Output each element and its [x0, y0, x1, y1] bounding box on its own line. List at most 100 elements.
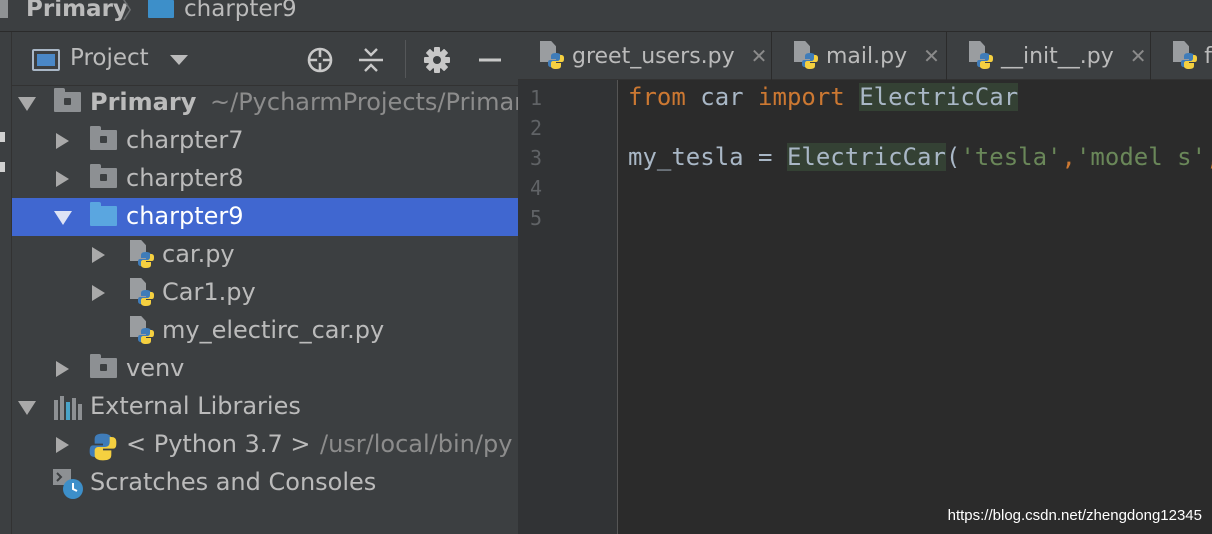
tab-label: greet_users.py [572, 43, 735, 69]
tree-item-label: charpter7 [126, 126, 244, 154]
class-reference: ElectricCar [859, 83, 1019, 111]
tree-item-label: Primary [90, 88, 197, 116]
tree-item-charpter9[interactable]: charpter9 [12, 198, 518, 236]
tab-mail-py[interactable]: mail.py ✕ [772, 32, 947, 80]
tree-item-car1-py[interactable]: Car1.py [12, 274, 518, 312]
tree-item-label: External Libraries [90, 392, 301, 420]
tree-item-label: Car1.py [162, 278, 256, 306]
stripe-marker [0, 162, 5, 172]
line-number: 5 [530, 206, 543, 230]
paren: ( [945, 143, 961, 171]
gear-icon[interactable] [419, 42, 455, 78]
expand-arrow-icon[interactable] [56, 361, 69, 377]
toolbar-stub [0, 0, 8, 18]
python-file-icon [130, 240, 156, 270]
locate-icon[interactable] [302, 42, 338, 78]
left-tool-stripe[interactable] [0, 32, 12, 534]
folder-icon [90, 126, 117, 150]
tab-label: f [1204, 43, 1212, 69]
line-number: 3 [530, 146, 543, 170]
tree-item-path: ~/PycharmProjects/Primar [210, 88, 518, 116]
python-file-icon [130, 278, 156, 308]
scratches-icon [52, 468, 83, 499]
code-editor[interactable]: from car import ElectricCar my_tesla = E… [619, 80, 1212, 534]
breadcrumb-folder-label: charpter9 [184, 0, 297, 22]
tree-item-label: my_electirc_car.py [162, 316, 385, 344]
code-line-1[interactable]: from car import ElectricCar [628, 83, 1019, 111]
breadcrumb-root[interactable]: Primary [26, 0, 128, 24]
close-icon[interactable]: ✕ [1130, 44, 1147, 68]
tab-label: __init__.py [1001, 43, 1114, 69]
tree-item-charpter8[interactable]: charpter8 [12, 160, 518, 198]
expand-arrow-icon[interactable] [92, 247, 105, 263]
tab-greet-users-py[interactable]: greet_users.py ✕ [518, 32, 772, 80]
folder-icon [90, 354, 117, 378]
tree-item-primary[interactable]: Primary ~/PycharmProjects/Primar [12, 84, 518, 122]
expand-arrow-icon[interactable] [54, 211, 72, 225]
close-icon[interactable]: ✕ [923, 44, 940, 68]
keyword-from: from [628, 83, 686, 111]
expand-arrow-icon[interactable] [18, 97, 36, 111]
expand-arrow-icon[interactable] [56, 437, 69, 453]
folder-icon [148, 0, 174, 18]
line-number: 2 [530, 116, 543, 140]
tree-item-external-libraries[interactable]: External Libraries [12, 388, 518, 426]
comma-warning: , [1061, 143, 1076, 171]
tab-init-py[interactable]: __init__.py ✕ [947, 32, 1151, 80]
expand-arrow-icon[interactable] [18, 401, 36, 415]
tree-item-label: charpter9 [126, 202, 244, 230]
tree-item-label: charpter8 [126, 164, 244, 192]
project-panel-header: Project [12, 32, 518, 86]
expand-arrow-icon[interactable] [92, 285, 105, 301]
collapse-all-icon[interactable] [353, 42, 389, 78]
tree-item-scratches[interactable]: Scratches and Consoles [12, 464, 518, 502]
breadcrumb-separator: 〉 [122, 0, 145, 24]
python-file-icon [794, 41, 820, 71]
expand-arrow-icon[interactable] [56, 133, 69, 149]
expand-arrow-icon[interactable] [56, 171, 69, 187]
stripe-marker [0, 132, 5, 142]
minimize-icon[interactable] [472, 42, 508, 78]
tab-overflow[interactable]: f [1151, 32, 1212, 80]
tree-item-path: /usr/local/bin/py [320, 430, 513, 458]
string-literal: 'model s' [1075, 143, 1207, 171]
tree-item-venv[interactable]: venv [12, 350, 518, 388]
tree-item-charpter7[interactable]: charpter7 [12, 122, 518, 160]
view-mode-icon[interactable] [32, 49, 60, 71]
folder-icon [90, 202, 117, 226]
tree-item-my-electirc-car-py[interactable]: my_electirc_car.py [12, 312, 518, 350]
python-file-icon [540, 41, 566, 71]
line-number: 4 [530, 176, 543, 200]
tab-label: mail.py [826, 43, 908, 69]
python-file-icon [969, 41, 995, 71]
line-number: 1 [530, 86, 543, 110]
editor-tab-bar: greet_users.py ✕ mail.py ✕ __init__.py ✕… [518, 32, 1212, 80]
close-icon[interactable]: ✕ [751, 44, 768, 68]
tree-item-car-py[interactable]: car.py [12, 236, 518, 274]
module-name: car [685, 83, 759, 111]
class-reference: ElectricCar [786, 143, 946, 171]
string-literal: 'tesla' [960, 143, 1062, 171]
python-icon [88, 432, 118, 464]
line-number-gutter[interactable]: 1 2 3 4 5 [518, 80, 618, 534]
toolbar-separator [405, 40, 406, 78]
watermark: https://blog.csdn.net/zhengdong12345 [947, 507, 1202, 524]
code-line-3[interactable]: my_tesla = ElectricCar('tesla','model s'… [628, 143, 1212, 171]
folder-icon [54, 88, 81, 112]
caret-down-icon[interactable] [170, 55, 188, 65]
tree-item-label: car.py [162, 240, 235, 268]
python-file-icon [1173, 41, 1198, 71]
libraries-icon [54, 396, 84, 420]
keyword-import: import [758, 83, 845, 111]
tree-item-label: < Python 3.7 > [126, 430, 311, 458]
tree-item-python-sdk[interactable]: < Python 3.7 > /usr/local/bin/py [12, 426, 518, 464]
tree-item-label: Scratches and Consoles [90, 468, 377, 496]
breadcrumb-folder[interactable]: charpter9 [148, 0, 297, 24]
folder-icon [90, 164, 117, 188]
project-panel-title[interactable]: Project [70, 45, 149, 71]
comma-warning: , [1206, 143, 1212, 171]
tree-item-label: venv [126, 354, 185, 382]
project-panel: Project Primary ~/PycharmProjects/Primar… [12, 32, 518, 534]
variable-assignment: my_tesla = [628, 143, 787, 171]
